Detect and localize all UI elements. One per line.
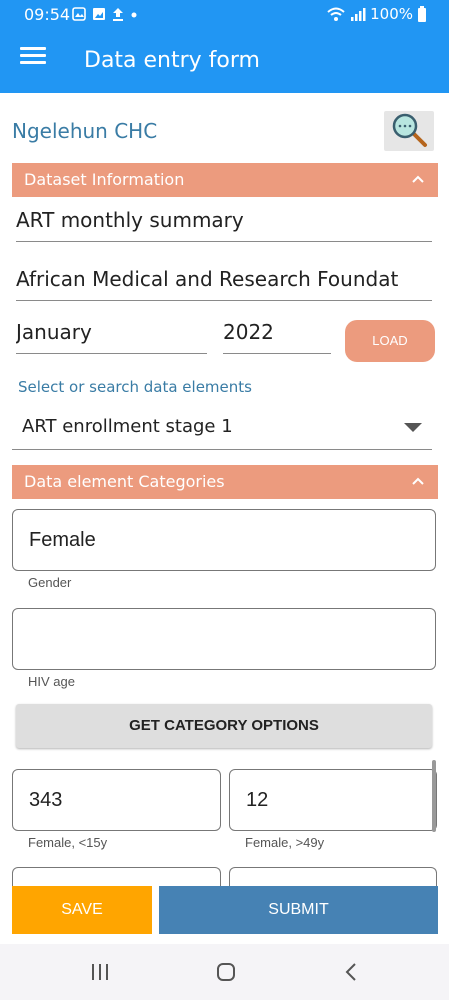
recents-icon (92, 964, 108, 980)
value-input-partial[interactable] (12, 867, 221, 887)
period-year-value: 2022 (223, 320, 274, 344)
hiv-age-field[interactable] (12, 608, 436, 670)
signal-icon (351, 8, 366, 21)
save-button[interactable]: SAVE (12, 886, 152, 934)
home-button[interactable] (206, 956, 246, 988)
value-input[interactable]: 343 (12, 769, 221, 831)
get-category-options-button[interactable]: GET CATEGORY OPTIONS (16, 704, 432, 748)
magnifier-icon (392, 113, 427, 147)
back-button[interactable] (332, 956, 372, 988)
wifi-icon (327, 7, 345, 21)
system-nav-bar (0, 944, 449, 1000)
back-icon (345, 963, 356, 981)
battery-percent: 100% (370, 5, 413, 23)
org-unit-name: Ngelehun CHC (12, 119, 158, 143)
hiv-age-label: HIV age (28, 674, 75, 689)
categories-header[interactable]: Data element Categories (12, 465, 438, 499)
value-text: 343 (29, 789, 63, 811)
data-element-hint: Select or search data elements (18, 378, 252, 396)
org-search-button[interactable] (384, 111, 434, 151)
menu-icon[interactable] (20, 47, 46, 71)
status-right: 100% (326, 5, 427, 23)
value-input[interactable]: 12 (229, 769, 437, 831)
chevron-up-icon (412, 175, 424, 183)
scrollbar[interactable] (432, 760, 436, 832)
data-element-selected: ART enrollment stage 1 (22, 416, 233, 437)
page-title: Data entry form (84, 48, 260, 73)
period-month-field[interactable]: January (16, 320, 207, 354)
dot-icon (131, 12, 137, 18)
submit-button[interactable]: SUBMIT (159, 886, 438, 934)
dataset-field[interactable]: ART monthly summary (16, 208, 432, 242)
status-time: 09:54 (24, 5, 71, 24)
home-icon (217, 963, 235, 981)
load-button[interactable]: LOAD (345, 320, 435, 362)
value-label: Female, >49y (245, 835, 325, 850)
data-element-select[interactable]: ART enrollment stage 1 (12, 408, 432, 450)
recents-button[interactable] (80, 956, 120, 988)
gender-label: Gender (28, 575, 72, 590)
category-option-field[interactable]: African Medical and Research Foundat (16, 267, 432, 301)
value-input-partial[interactable] (229, 867, 437, 887)
gender-field[interactable]: Female (12, 509, 436, 571)
chevron-up-icon (412, 477, 424, 485)
dataset-info-title: Dataset Information (24, 170, 185, 189)
upload-icon (113, 8, 123, 21)
period-year-field[interactable]: 2022 (223, 320, 331, 354)
category-option-value: African Medical and Research Foundat (16, 267, 399, 291)
battery-icon (418, 6, 426, 22)
dropdown-arrow-icon (404, 423, 422, 432)
status-icons (72, 6, 138, 22)
value-text: 12 (246, 789, 269, 811)
dataset-info-header[interactable]: Dataset Information (12, 163, 438, 197)
gallery-icon (72, 7, 86, 21)
app-bar: Data entry form (0, 27, 449, 93)
status-bar: 09:54 100% (0, 0, 449, 27)
gender-value: Female (29, 529, 96, 551)
image-icon (93, 8, 105, 20)
period-month-value: January (16, 320, 92, 344)
categories-title: Data element Categories (24, 472, 225, 491)
dataset-value: ART monthly summary (16, 208, 244, 232)
value-label: Female, <15y (28, 835, 108, 850)
